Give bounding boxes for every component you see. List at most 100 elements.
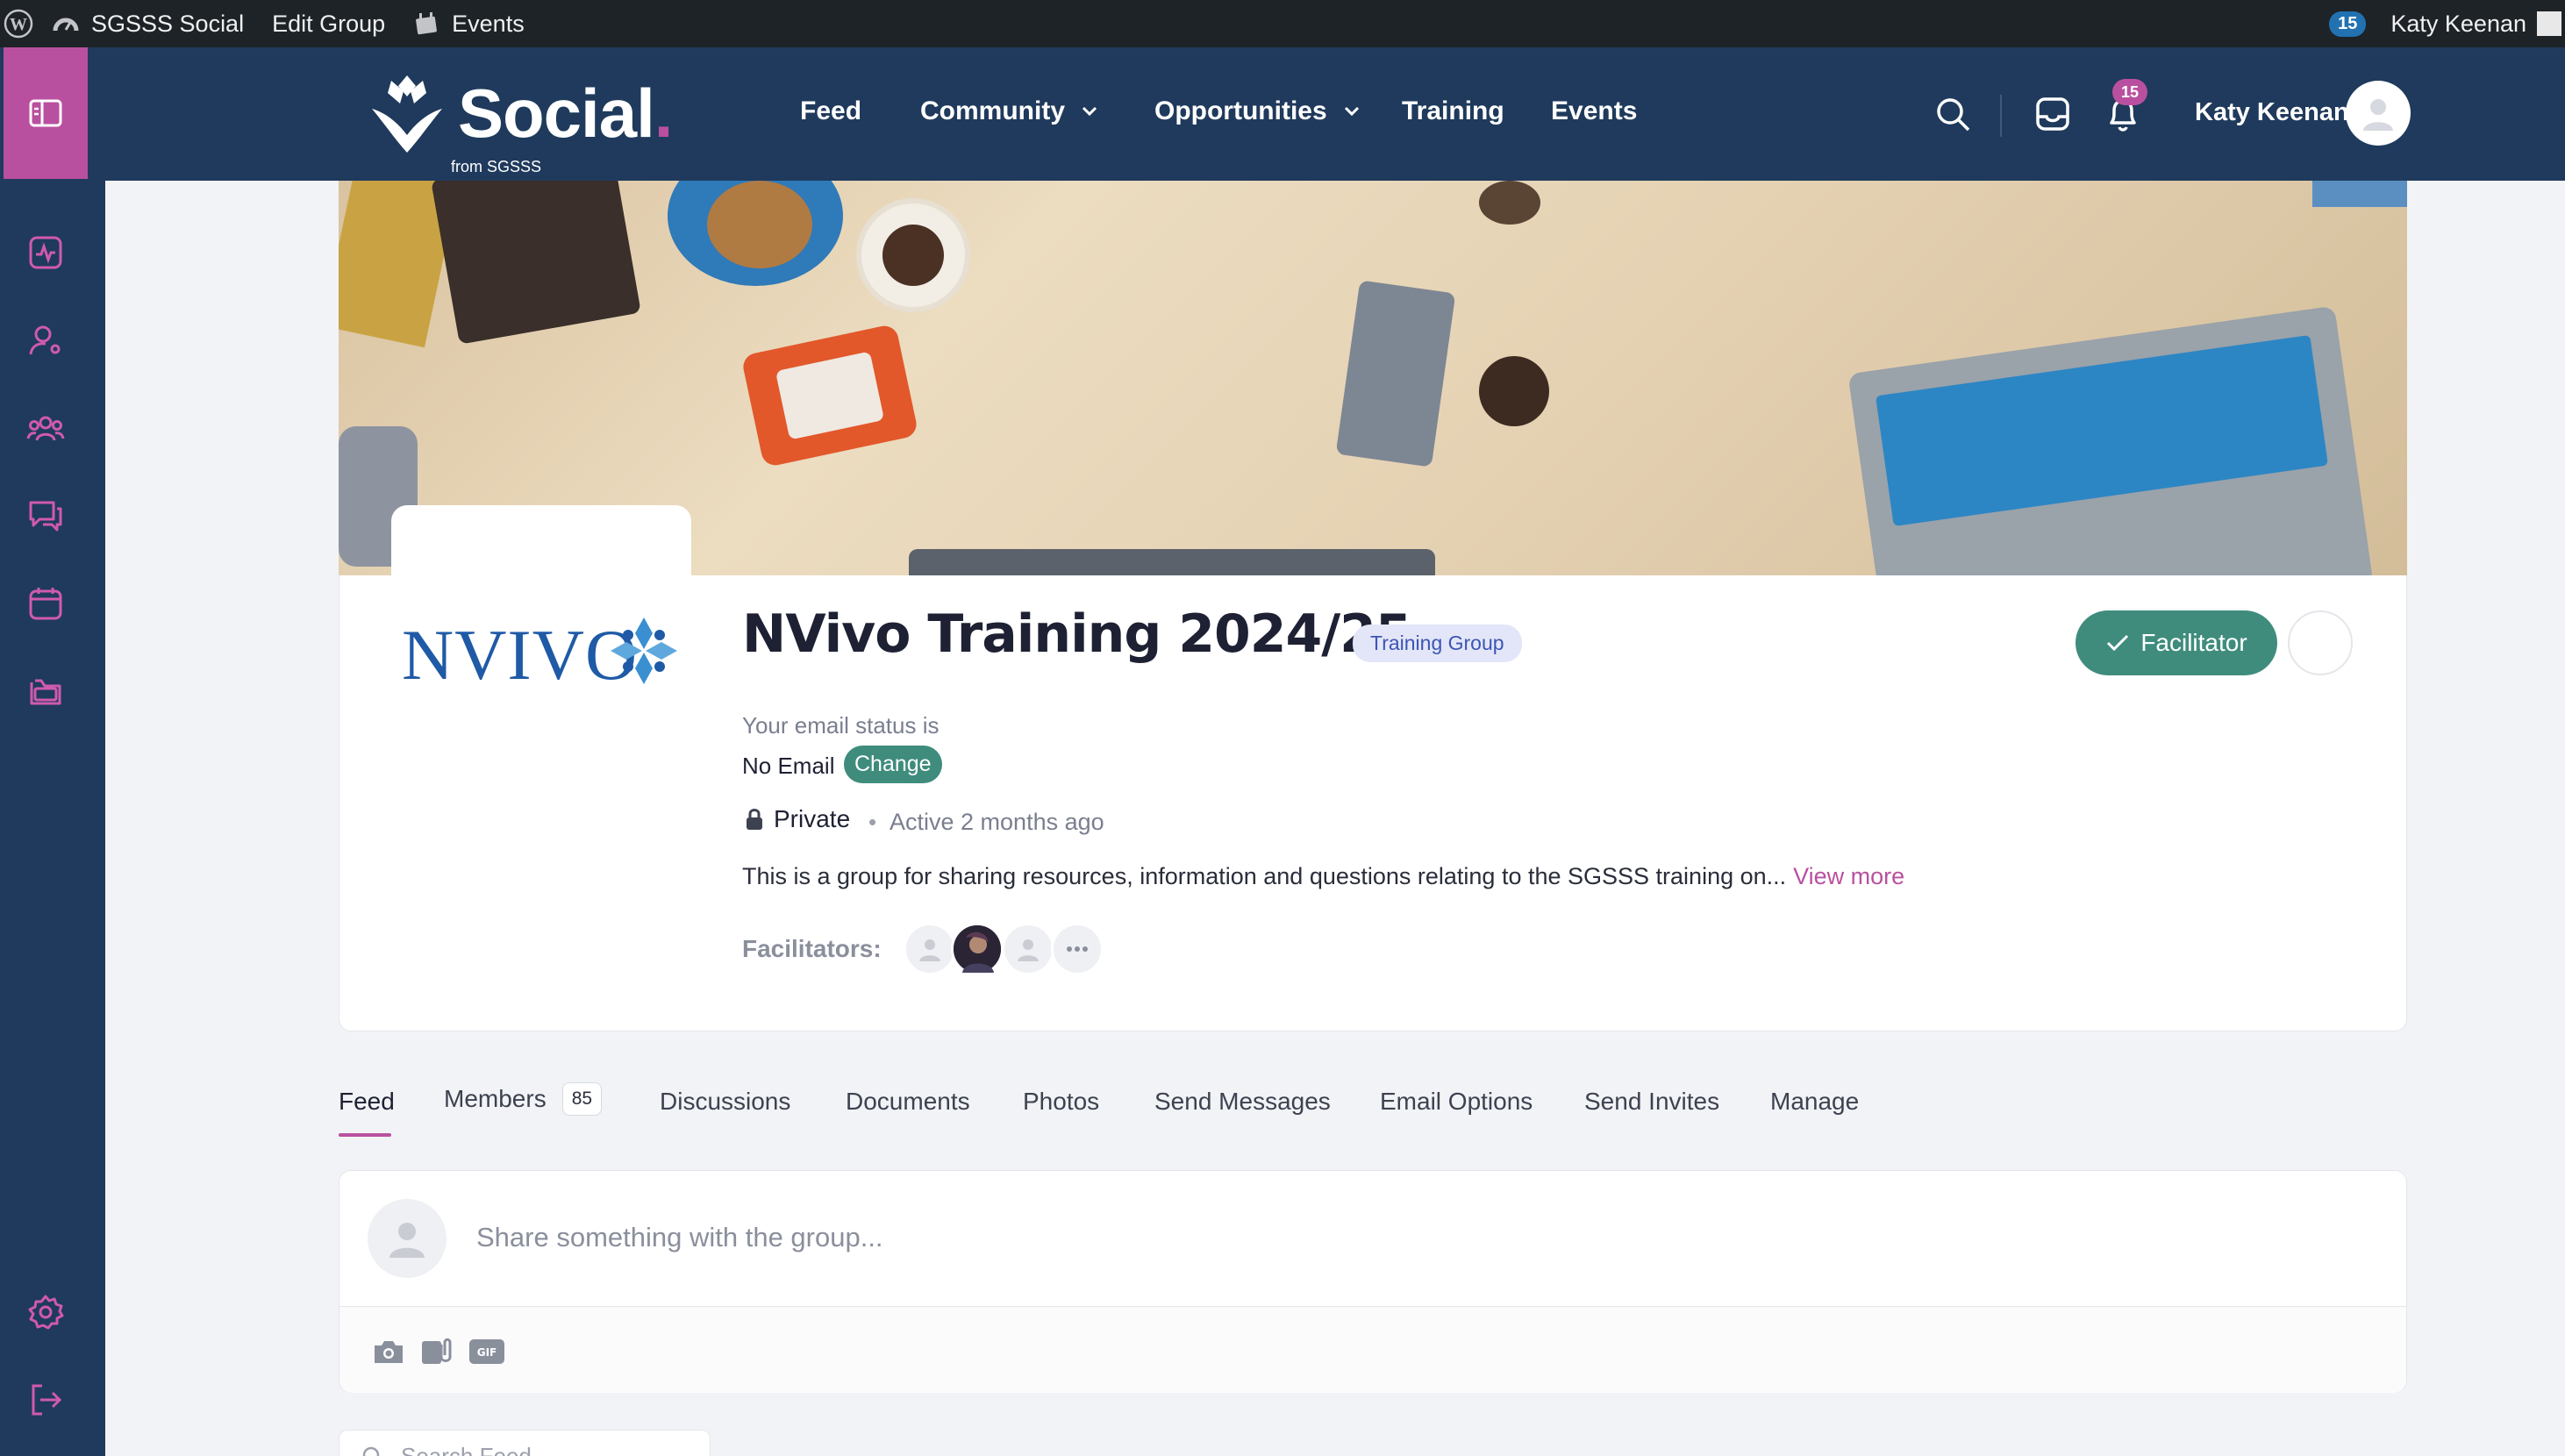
top-navigation: Social. from SGSSS Feed Community Opport…	[105, 47, 2565, 181]
inbox-icon[interactable]	[2033, 95, 2072, 133]
admin-site-link[interactable]: SGSSS Social	[42, 0, 260, 47]
facilitator-avatar-photo[interactable]	[951, 923, 1004, 975]
chevron-down-icon	[1343, 105, 1361, 118]
group-description: This is a group for sharing resources, i…	[742, 863, 1905, 889]
composer-input[interactable]: Share something with the group...	[476, 1222, 883, 1253]
logout-icon[interactable]	[26, 1381, 65, 1419]
post-composer: Share something with the group... GIF	[339, 1170, 2407, 1393]
view-more-link[interactable]: View more	[1793, 863, 1904, 889]
photo-avatar-icon	[954, 925, 1001, 973]
tab-manage[interactable]: Manage	[1770, 1088, 1859, 1116]
sidebar-toggle-button[interactable]	[4, 47, 88, 179]
group-privacy: Private	[744, 805, 850, 833]
email-status-value: No Email	[742, 753, 835, 779]
admin-events-label: Events	[452, 10, 525, 37]
svg-text:W: W	[10, 15, 27, 34]
dashboard-icon	[53, 11, 79, 36]
nav-events[interactable]: Events	[1551, 96, 1637, 126]
header-user-name[interactable]: Katy Keenan	[2195, 98, 2349, 127]
cover-phone	[1335, 280, 1456, 467]
ellipsis-icon	[1067, 946, 1088, 952]
search-icon[interactable]	[1933, 95, 1972, 133]
left-icon-sidebar	[0, 47, 105, 1456]
admin-edit-group-link[interactable]: Edit Group	[260, 0, 401, 47]
tab-email-options[interactable]: Email Options	[1380, 1088, 1533, 1116]
admin-events-link[interactable]: Events	[401, 0, 540, 47]
group-activity: Active 2 months ago	[890, 809, 1104, 835]
cover-notebook	[431, 181, 641, 345]
wordpress-logo-icon[interactable]: W	[0, 0, 42, 47]
facilitator-avatar[interactable]	[1002, 923, 1054, 975]
meta-separator: •	[868, 809, 877, 835]
tab-documents[interactable]: Documents	[846, 1088, 970, 1116]
tab-feed[interactable]: Feed	[339, 1088, 395, 1116]
sgsss-thistle-logo-icon	[372, 75, 442, 153]
search-feed-input[interactable]: Search Feed	[339, 1430, 711, 1456]
admin-user-name[interactable]: Katy Keenan	[2390, 11, 2526, 38]
facilitator-avatar[interactable]	[904, 923, 956, 975]
admin-edit-group-label: Edit Group	[272, 10, 386, 37]
search-feed-placeholder: Search Feed	[401, 1443, 532, 1456]
facilitators-label: Facilitators:	[742, 935, 882, 962]
nvivo-star-logo-icon	[607, 614, 681, 692]
notification-count-badge: 15	[2112, 79, 2147, 105]
members-count-badge: 85	[561, 1082, 603, 1116]
cover-cup-2	[1479, 181, 1540, 225]
tab-send-invites[interactable]: Send Invites	[1584, 1088, 1719, 1116]
nav-training[interactable]: Training	[1402, 96, 1504, 126]
svg-text:GIF: GIF	[477, 1346, 497, 1359]
group-type-badge: Training Group	[1353, 625, 1522, 662]
header-divider	[2000, 95, 2002, 137]
tab-send-messages[interactable]: Send Messages	[1154, 1088, 1331, 1116]
admin-site-name: SGSSS Social	[91, 10, 245, 37]
group-more-options-button[interactable]	[2288, 610, 2353, 675]
brand-wordmark: Social.	[458, 75, 673, 152]
wp-admin-bar: W SGSSS Social Edit Group Events 15 Katy…	[0, 0, 2565, 47]
group-title: NVivo Training 2024/25	[742, 603, 1412, 665]
brand-subtitle: from SGSSS	[451, 158, 542, 175]
admin-avatar[interactable]	[2537, 11, 2561, 36]
admin-notification-count[interactable]: 15	[2329, 11, 2367, 37]
tab-discussions[interactable]: Discussions	[660, 1088, 790, 1116]
nav-community[interactable]: Community	[920, 96, 1098, 126]
activity-icon[interactable]	[26, 233, 65, 272]
default-avatar-icon	[2363, 99, 2393, 131]
chevron-down-icon	[1081, 105, 1098, 118]
cover-laptop-edge	[909, 549, 1435, 575]
user-avatar[interactable]	[2346, 81, 2411, 146]
tab-photos[interactable]: Photos	[1023, 1088, 1099, 1116]
nav-feed[interactable]: Feed	[800, 96, 861, 126]
composer-toolbar	[339, 1307, 2406, 1393]
brand-logo[interactable]: Social. from SGSSS	[365, 72, 673, 175]
tab-members[interactable]: Members 85	[444, 1082, 603, 1116]
calendar-flag-icon	[413, 11, 439, 37]
default-avatar-icon	[389, 1223, 425, 1258]
facilitator-role-button[interactable]: Facilitator	[2076, 610, 2277, 675]
folder-icon[interactable]	[26, 672, 65, 710]
cover-cup-3	[1479, 356, 1549, 426]
settings-gear-icon[interactable]	[26, 1293, 65, 1331]
default-avatar-icon	[1018, 939, 1039, 961]
active-tab-indicator	[339, 1133, 391, 1137]
default-avatar-icon	[919, 939, 940, 961]
attachment-icon[interactable]	[418, 1334, 457, 1369]
chat-icon[interactable]	[26, 496, 65, 535]
more-facilitators-button[interactable]	[1051, 923, 1104, 975]
cover-coffee	[882, 225, 944, 286]
change-email-status-button[interactable]: Change	[844, 746, 942, 783]
camera-icon[interactable]	[369, 1334, 408, 1369]
groups-icon[interactable]	[26, 409, 65, 447]
cover-book	[2312, 181, 2407, 207]
check-icon	[2107, 634, 2129, 652]
gif-icon[interactable]: GIF	[468, 1334, 506, 1369]
calendar-icon[interactable]	[26, 584, 65, 623]
search-icon	[362, 1446, 380, 1456]
nav-opportunities[interactable]: Opportunities	[1154, 96, 1361, 126]
user-settings-icon[interactable]	[26, 321, 65, 360]
sidebar-toggle-icon	[29, 99, 62, 127]
lock-icon	[747, 809, 762, 830]
email-status-label: Your email status is	[742, 712, 940, 739]
composer-avatar	[368, 1199, 447, 1278]
cover-nuts	[707, 181, 812, 268]
group-logo-text: NVIVO	[402, 615, 639, 695]
